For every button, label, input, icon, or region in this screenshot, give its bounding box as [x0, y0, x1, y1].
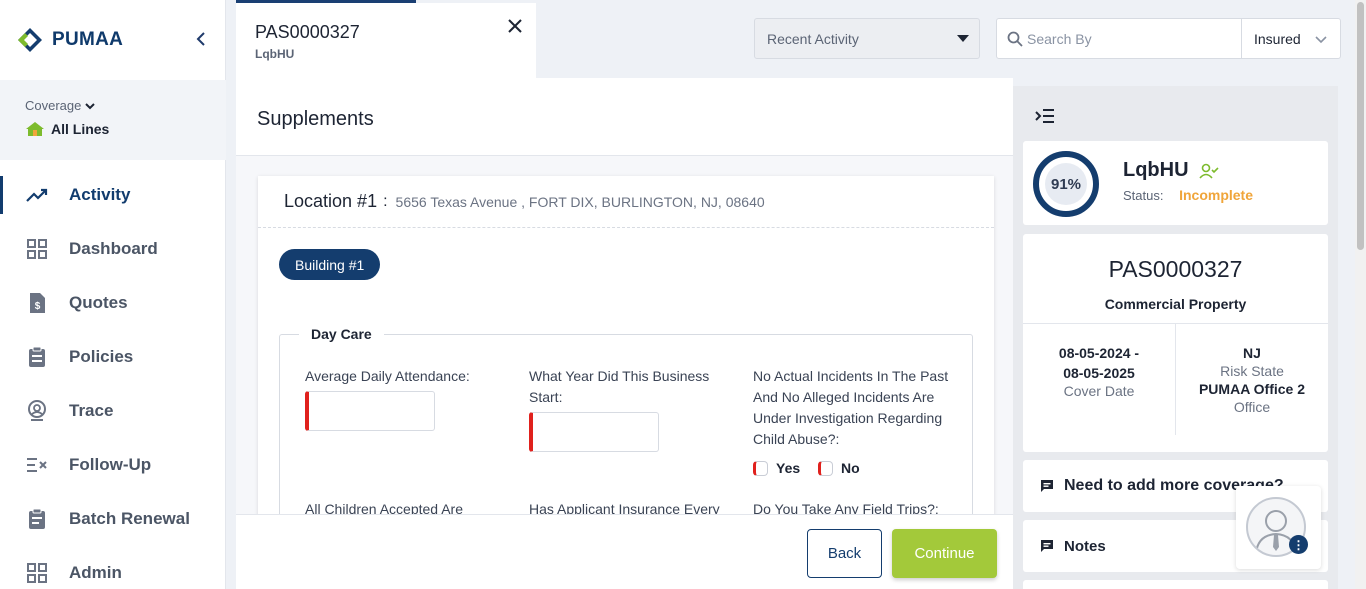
collapse-sidebar-button[interactable]	[195, 30, 211, 50]
sidebar-item-label: Trace	[69, 401, 114, 420]
recent-activity-dropdown[interactable]: Recent Activity	[754, 18, 980, 59]
sidebar-item-label: Admin	[69, 563, 122, 582]
sidebar-item-label: Quotes	[69, 293, 128, 312]
sidebar-item-batch-renewal[interactable]: Batch Renewal	[0, 492, 226, 546]
sidebar-item-label: Policies	[69, 347, 134, 366]
location-address: 5656 Texas Avenue , FORT DIX, BURLINGTON…	[395, 193, 765, 210]
risk-state-value: NJ	[1243, 345, 1261, 361]
question-child-abuse-incidents: No Actual Incidents In The Past And No A…	[753, 368, 949, 447]
office-value: PUMAA Office 2	[1198, 381, 1306, 397]
caret-down-icon	[957, 35, 969, 42]
message-icon	[1041, 480, 1053, 492]
logo[interactable]: PUMAA	[0, 0, 226, 80]
sidebar-item-label: Dashboard	[69, 239, 158, 258]
sidebar-nav: Activity Dashboard $ Quotes Policies Tra…	[0, 168, 226, 589]
radio-button[interactable]	[753, 460, 768, 476]
trend-icon	[26, 184, 48, 206]
continue-button[interactable]: Continue	[892, 529, 997, 578]
main-panel: Supplements Location #1 : 5656 Texas Ave…	[236, 78, 1013, 589]
progress-ring: 91%	[1033, 151, 1099, 217]
policy-card: PAS0000327 Commercial Property 08-05-202…	[1023, 234, 1328, 452]
line-of-business: Commercial Property	[1104, 296, 1247, 312]
cover-date-end: 08-05-2025	[1063, 365, 1135, 381]
status-card: 91% LqbHU Status: Incomplete	[1023, 141, 1328, 225]
coverage-label: Coverage	[25, 98, 82, 113]
recent-activity-label: Recent Activity	[767, 30, 859, 47]
search-type-dropdown[interactable]: Insured	[1241, 19, 1341, 58]
coverage-value: All Lines	[51, 121, 110, 137]
list-check-icon	[26, 454, 48, 476]
radio-no[interactable]: No	[818, 460, 860, 476]
question-average-daily-attendance: Average Daily Attendance:	[305, 368, 470, 384]
grid-icon	[26, 238, 48, 260]
chevron-down-icon	[1315, 31, 1327, 47]
tab-title: PAS0000327	[255, 22, 360, 42]
logo-text: PUMAA	[52, 29, 124, 50]
sidebar-item-admin[interactable]: Admin	[0, 546, 226, 589]
sidebar-item-activity[interactable]: Activity	[0, 168, 226, 222]
search-type-value: Insured	[1254, 30, 1301, 47]
status-label: Status:	[1123, 188, 1164, 203]
sidebar-item-quotes[interactable]: $ Quotes	[0, 276, 226, 330]
more-vertical-icon[interactable]: ⋮	[1289, 535, 1308, 554]
question-business-start-year: What Year Did This Business Start:	[529, 368, 710, 405]
sidebar: PUMAA Coverage All Lines Activity Dashbo…	[0, 0, 226, 589]
business-start-year-input[interactable]	[529, 412, 659, 452]
sidebar-item-label: Follow-Up	[69, 455, 152, 474]
clipboard-icon	[26, 346, 48, 368]
page-title: Supplements	[257, 108, 374, 130]
progress-value: 91%	[1045, 163, 1087, 205]
policy-number: PAS0000327	[1108, 256, 1243, 282]
radio-button[interactable]	[818, 460, 833, 476]
assistant-widget[interactable]: ⋮	[1236, 486, 1321, 569]
sidebar-item-label: Activity	[69, 185, 131, 204]
insured-name: LqbHU	[1123, 159, 1189, 181]
user-check-icon[interactable]	[1198, 163, 1219, 179]
coverage-selector[interactable]: Coverage All Lines	[0, 80, 226, 160]
close-icon[interactable]	[508, 13, 522, 39]
sidebar-item-trace[interactable]: Trace	[0, 384, 226, 438]
grid-icon	[26, 562, 48, 584]
notes-label: Notes	[1064, 537, 1106, 555]
radio-no-label: No	[841, 460, 860, 476]
collapse-panel-icon[interactable]	[1035, 108, 1055, 129]
cover-date-start: 08-05-2024 -	[1058, 345, 1140, 361]
office-label: Office	[1233, 399, 1271, 415]
message-icon	[1041, 540, 1053, 552]
svg-text:$: $	[35, 301, 41, 312]
chevron-down-icon	[85, 102, 96, 109]
building-tab[interactable]: Building #1	[279, 249, 381, 280]
search-input[interactable]	[1027, 20, 1237, 57]
status-badge: Incomplete	[1179, 187, 1253, 203]
sidebar-item-follow-up[interactable]: Follow-Up	[0, 438, 226, 492]
sidebar-item-label: Batch Renewal	[69, 509, 190, 528]
search-icon	[1007, 31, 1023, 52]
cover-date-block: 08-05-2024 - 08-05-2025 Cover Date	[1023, 344, 1175, 400]
form-footer: Back Continue	[236, 514, 1013, 589]
search-bar: Insured	[996, 18, 1341, 59]
radio-yes-label: Yes	[776, 460, 801, 476]
location-colon: :	[383, 192, 388, 210]
back-button[interactable]: Back	[807, 529, 882, 578]
clipboard-list-icon	[26, 508, 48, 530]
location-label: Location #1	[284, 191, 378, 211]
house-icon	[26, 122, 44, 136]
tab-policy[interactable]: PAS0000327 LqbHU	[236, 0, 536, 78]
sidebar-item-policies[interactable]: Policies	[0, 330, 226, 384]
pumaa-logo-icon	[16, 26, 44, 54]
sidebar-item-dashboard[interactable]: Dashboard	[0, 222, 226, 276]
risk-state-label: Risk State	[1220, 363, 1284, 379]
risk-state-block: NJ Risk State PUMAA Office 2 Office	[1176, 344, 1328, 416]
radio-yes[interactable]: Yes	[753, 460, 800, 476]
page-scrollbar[interactable]	[1355, 0, 1366, 589]
cover-date-label: Cover Date	[1063, 383, 1135, 399]
tab-subtitle: LqbHU	[255, 47, 295, 61]
document-dollar-icon: $	[26, 292, 48, 314]
section-title: Day Care	[299, 326, 384, 342]
average-daily-attendance-input[interactable]	[305, 391, 435, 431]
location-pin-icon	[26, 400, 48, 422]
location-header: Location #1 : 5656 Texas Avenue , FORT D…	[258, 176, 994, 228]
scrollbar-thumb[interactable]	[1357, 2, 1364, 250]
